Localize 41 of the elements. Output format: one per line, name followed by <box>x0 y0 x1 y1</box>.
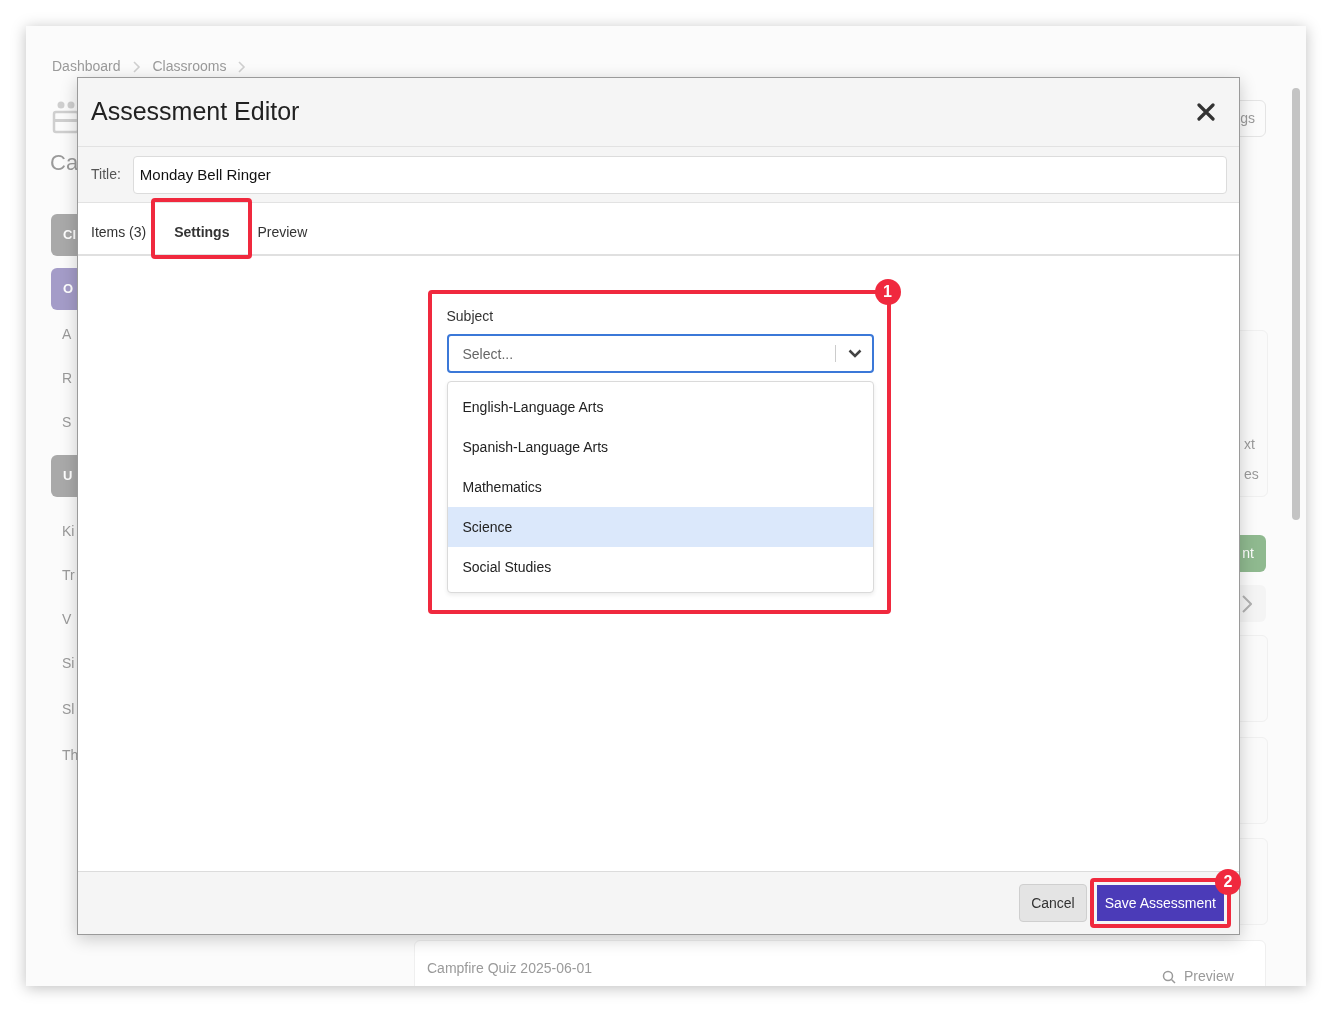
title-field[interactable]: Monday Bell Ringer <box>132 155 1227 194</box>
dropdown-option[interactable]: Science <box>447 507 873 547</box>
sidebar-link[interactable]: V <box>62 609 72 630</box>
modal-title: Assessment Editor <box>91 96 300 128</box>
chevron-right-icon <box>1242 594 1252 613</box>
preview-link[interactable]: Preview <box>1162 966 1234 986</box>
annotation-badge: 1 <box>874 279 901 305</box>
classroom-icon <box>52 100 80 134</box>
annotation-badge: 2 <box>1215 869 1241 895</box>
cancel-button[interactable]: Cancel <box>1019 884 1087 922</box>
dropdown-option[interactable]: Social Studies <box>447 547 873 587</box>
field-label: Subject <box>446 307 495 326</box>
save-button[interactable]: Save Assessment <box>1096 885 1224 921</box>
quiz-title: Campfire Quiz 2025-06-01 <box>427 959 592 978</box>
tab[interactable]: Preview <box>257 222 308 243</box>
sidebar-link[interactable]: Th <box>62 745 79 766</box>
subject-select[interactable]: Select... <box>446 334 874 373</box>
close-button[interactable] <box>1195 101 1217 123</box>
sidebar-link[interactable]: Sl <box>62 699 75 720</box>
dropdown-option[interactable]: English-Language Arts <box>447 387 873 427</box>
sidebar-link[interactable]: Ki <box>62 521 75 542</box>
breadcrumb-link[interactable]: Dashboard <box>52 56 121 77</box>
scrollbar[interactable] <box>1292 88 1300 520</box>
card-text: es <box>1244 465 1259 484</box>
sidebar-link[interactable]: A <box>62 324 72 345</box>
dropdown-option[interactable]: Mathematics <box>447 467 873 507</box>
tab[interactable]: Settings <box>158 222 246 243</box>
breadcrumb-link[interactable]: Classrooms <box>152 56 227 77</box>
title-label: Title: <box>91 165 121 184</box>
search-icon <box>1162 969 1176 984</box>
sidebar-link[interactable]: R <box>62 368 73 389</box>
chevron-icon <box>238 60 247 73</box>
tab[interactable]: Items (3) <box>91 222 147 243</box>
chevron-icon <box>132 60 141 73</box>
page-heading: Ca <box>50 149 79 177</box>
card-text: xt <box>1244 435 1255 454</box>
sidebar-link[interactable]: Tr <box>62 565 75 586</box>
sidebar-link[interactable]: Si <box>62 653 75 674</box>
sidebar-link[interactable]: S <box>62 412 72 433</box>
chevron-down-icon <box>847 349 862 358</box>
dropdown-option[interactable]: Spanish-Language Arts <box>447 427 873 467</box>
